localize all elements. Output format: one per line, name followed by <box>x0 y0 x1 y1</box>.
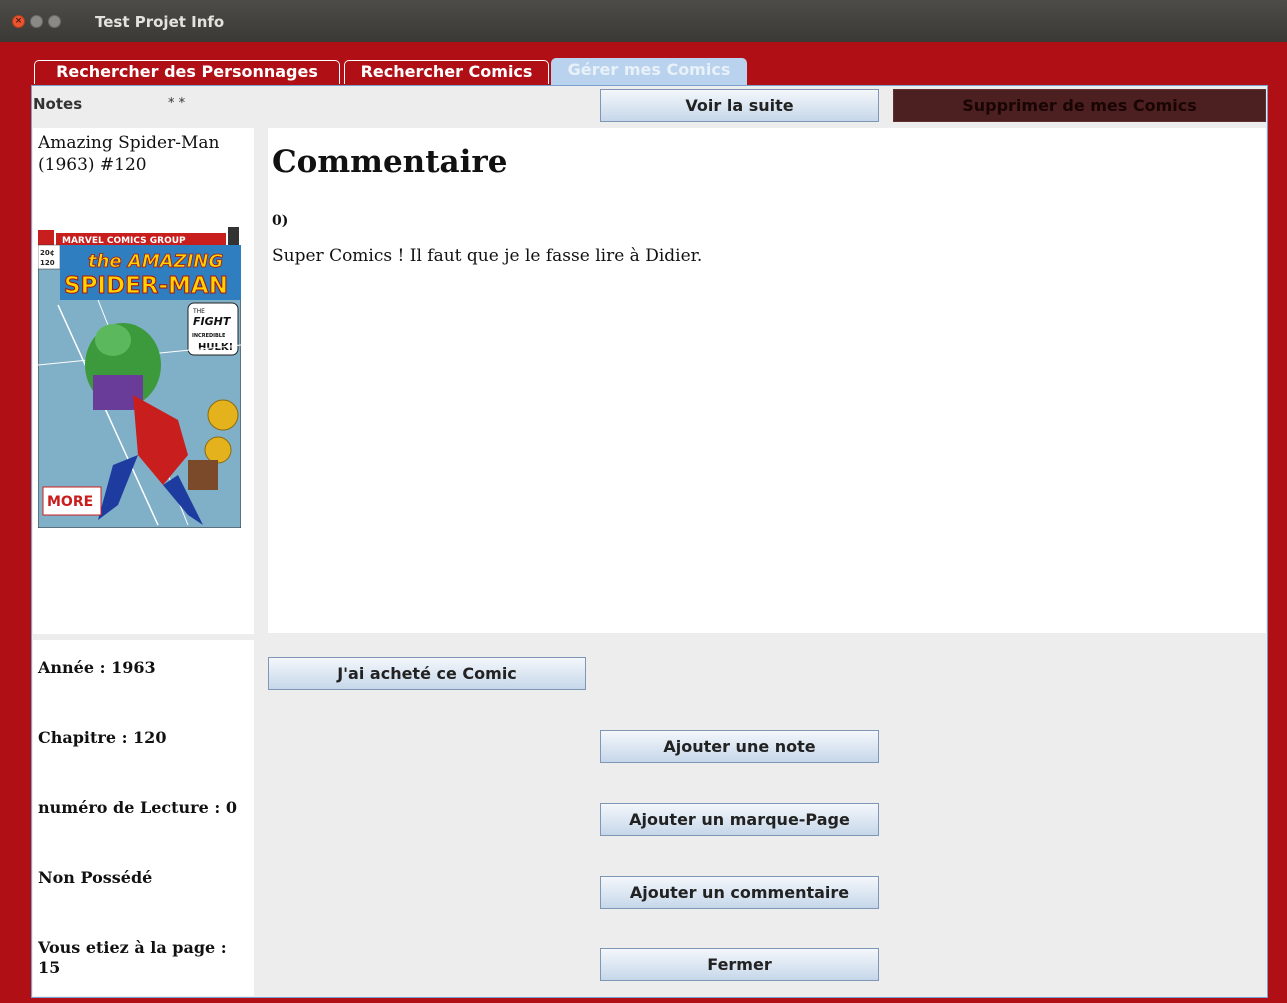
comic-title: Amazing Spider-Man (1963) #120 <box>38 133 220 175</box>
window-title: Test Projet Info <box>95 13 225 31</box>
ajouter-commentaire-button[interactable]: Ajouter un commentaire <box>600 876 879 909</box>
cover-price-text: 20¢ <box>40 249 55 257</box>
window-titlebar: × Test Projet Info <box>0 0 1287 42</box>
info-page: Vous etiez à la page : 15 <box>38 938 227 977</box>
achete-comic-button[interactable]: J'ai acheté ce Comic <box>268 657 586 690</box>
comment-text: Super Comics ! Il faut que je le fasse l… <box>272 246 703 266</box>
cover-issue-text: 120 <box>40 259 55 267</box>
tab-rechercher-comics[interactable]: Rechercher Comics <box>344 60 549 84</box>
ajouter-note-button[interactable]: Ajouter une note <box>600 730 879 763</box>
cover-headline-2-text: SPIDER-MAN <box>64 273 228 299</box>
tab-rechercher-personnages[interactable]: Rechercher des Personnages <box>34 60 340 84</box>
cover-publisher-text: MARVEL COMICS GROUP <box>62 236 186 246</box>
comment-index: 0) <box>272 213 289 229</box>
comment-heading: Commentaire <box>272 144 508 180</box>
notes-label: Notes <box>33 95 83 113</box>
cover-headline-1-text: the AMAZING <box>88 251 223 272</box>
maximize-window-icon[interactable] <box>48 15 61 28</box>
cover-tagline-3-text: INCREDIBLE <box>192 333 226 339</box>
close-window-icon[interactable]: × <box>12 15 25 28</box>
ajouter-marque-page-button[interactable]: Ajouter un marque-Page <box>600 803 879 836</box>
minimize-window-icon[interactable] <box>30 15 43 28</box>
notes-rating: * * <box>168 96 186 111</box>
supprimer-comic-button[interactable]: Supprimer de mes Comics <box>893 89 1266 122</box>
info-lecture: numéro de Lecture : 0 <box>38 798 237 817</box>
comment-panel: Commentaire 0) Super Comics ! Il faut qu… <box>268 128 1266 633</box>
cover-tagline-2-text: FIGHT <box>193 315 232 328</box>
tab-gerer-mes-comics[interactable]: Gérer mes Comics <box>551 58 747 85</box>
voir-la-suite-button[interactable]: Voir la suite <box>600 89 879 122</box>
comic-summary-panel: Amazing Spider-Man (1963) #120 MARVEL CO… <box>33 128 254 634</box>
tab-content-panel: Notes * * Voir la suite Supprimer de mes… <box>31 85 1268 998</box>
comic-details-panel: Année : 1963 Chapitre : 120 numéro de Le… <box>33 640 254 996</box>
cover-bottom-text: MORE <box>47 494 93 510</box>
info-chapitre: Chapitre : 120 <box>38 728 167 747</box>
fermer-button[interactable]: Fermer <box>600 948 879 981</box>
info-possession: Non Possédé <box>38 868 153 887</box>
cover-tagline-1-text: THE <box>192 308 205 315</box>
comic-cover-image: MARVEL COMICS GROUP 20¢ 120 the AMAZING … <box>38 225 241 528</box>
info-annee: Année : 1963 <box>38 658 156 677</box>
